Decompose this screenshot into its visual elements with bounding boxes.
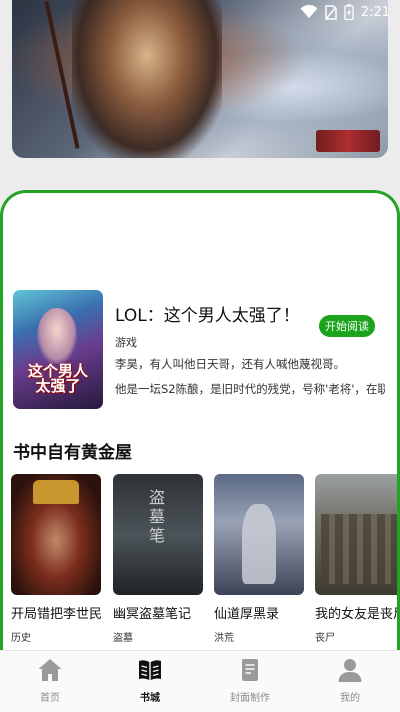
book-list: 开局错把李世民当成… 历史 盗墓笔 幽冥盗墓笔记 盗墓 仙道厚黑录 洪荒 我的女…	[11, 474, 397, 644]
cover-book-icon	[242, 659, 258, 681]
featured-cover-art-text: 这个男人 太强了	[27, 362, 88, 395]
book-title[interactable]: 仙道厚黑录	[214, 603, 306, 622]
book-genre: 盗墓	[113, 633, 133, 644]
book-cover[interactable]: 盗墓笔	[113, 474, 203, 595]
book-cover[interactable]	[11, 474, 101, 595]
featured-book-description: 他是一坛S2陈酿，是旧时代的残党，号称'老将'，在联…	[115, 382, 385, 396]
book-title[interactable]: 我的女友是丧尸	[315, 603, 397, 622]
featured-book-description: 李昊，有人叫他日天哥，还有人喊他蔑视哥。	[115, 357, 345, 371]
banner-logo	[316, 130, 380, 152]
nav-label: 书城	[140, 693, 160, 704]
nav-home[interactable]: 首页	[0, 657, 100, 709]
nav-book-store[interactable]: 书城	[100, 657, 200, 709]
battery-charging-icon	[344, 4, 354, 20]
tab-featured[interactable]: 精选作品	[153, 235, 247, 272]
user-icon	[338, 659, 362, 682]
status-time: 2:21	[360, 4, 390, 20]
start-reading-button[interactable]: 开始阅读	[319, 315, 375, 337]
book-store-card: 人气作品 精选作品 随便看看 这个男人 太强了 LOL：这个男人太强了！ 开始阅读…	[0, 190, 400, 650]
nav-cover-maker[interactable]: 封面制作	[200, 657, 300, 709]
nav-profile[interactable]: 我的	[300, 657, 400, 709]
featured-book-cover[interactable]: 这个男人 太强了	[13, 290, 103, 409]
nav-label: 首页	[40, 693, 60, 704]
book-title[interactable]: 开局错把李世民当成…	[11, 603, 103, 622]
featured-book-genre: 游戏	[115, 336, 137, 349]
nav-label: 我的	[340, 693, 360, 704]
home-icon	[38, 659, 62, 681]
book-genre: 丧尸	[315, 633, 335, 644]
status-bar: 2:21	[0, 0, 400, 24]
book-item[interactable]: 仙道厚黑录 洪荒	[214, 474, 306, 644]
section-title: 书中自有黄金屋	[13, 443, 132, 463]
nav-label: 封面制作	[230, 693, 270, 704]
open-book-icon	[139, 660, 161, 680]
book-cover[interactable]	[214, 474, 304, 595]
book-item[interactable]: 盗墓笔 幽冥盗墓笔记 盗墓	[113, 474, 205, 644]
tab-popular[interactable]: 人气作品	[30, 235, 124, 272]
wifi-icon	[300, 5, 318, 18]
book-genre: 历史	[11, 633, 31, 644]
book-item[interactable]: 开局错把李世民当成… 历史	[11, 474, 103, 644]
tab-random[interactable]: 随便看看	[277, 235, 371, 272]
book-cover[interactable]	[315, 474, 397, 595]
book-item[interactable]: 我的女友是丧尸 丧尸	[315, 474, 397, 644]
featured-book-title[interactable]: LOL：这个男人太强了！	[115, 301, 300, 326]
book-genre: 洪荒	[214, 633, 234, 644]
bottom-nav: 首页 书城 封面制作 我的	[0, 650, 400, 712]
no-sim-icon	[325, 4, 337, 20]
book-title[interactable]: 幽冥盗墓笔记	[113, 603, 205, 622]
